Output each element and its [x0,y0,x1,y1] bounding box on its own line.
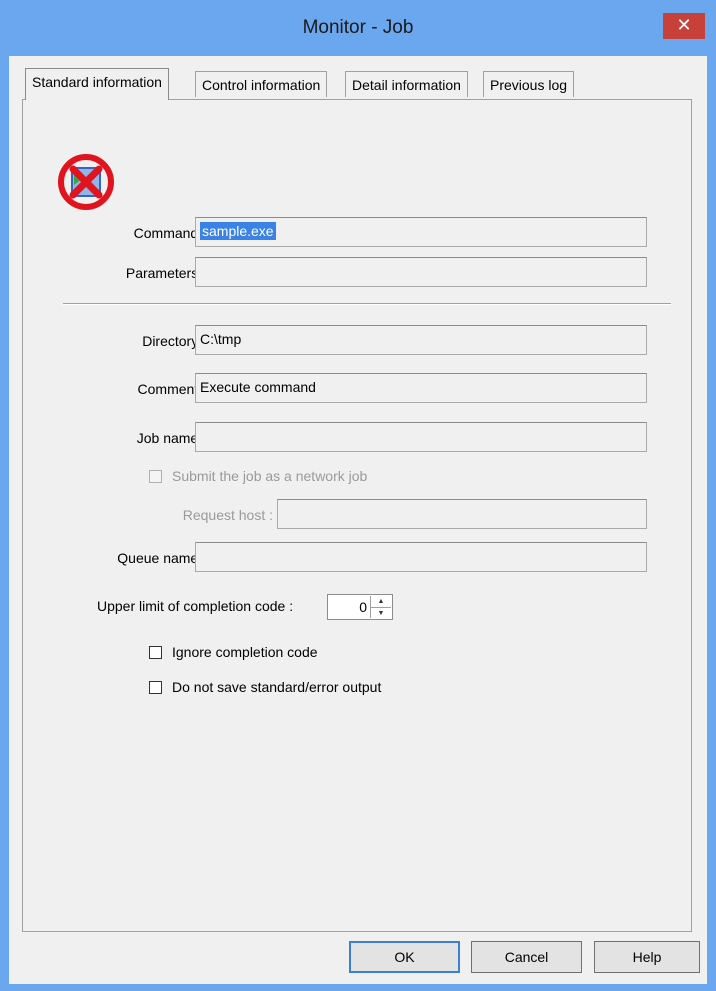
upper-limit-label: Upper limit of completion code : [97,598,294,614]
close-button[interactable]: ✕ [663,13,705,39]
network-job-checkbox[interactable] [149,470,162,483]
ignore-completion-code-checkbox[interactable] [149,646,162,659]
help-button[interactable]: Help [594,941,700,973]
parameters-label: Parameters : [125,265,206,281]
directory-field[interactable]: C:\tmp [195,325,647,355]
tab-previous-log[interactable]: Previous log [483,71,575,97]
queue-name-label: Queue name : [117,550,206,566]
window-title: Monitor - Job [302,17,414,38]
tab-label: Standard information [32,74,162,90]
request-host-label: Request host : [182,507,273,523]
spin-down-icon[interactable]: ▼ [371,608,391,619]
request-host-field[interactable] [277,499,647,529]
separator [63,303,671,305]
ok-button[interactable]: OK [349,941,460,973]
tab-label: Detail information [352,77,461,93]
comment-field[interactable]: Execute command [195,373,647,403]
queue-name-field[interactable] [195,542,647,572]
tab-detail-information[interactable]: Detail information [345,71,468,97]
error-x-icon [58,154,114,210]
spinner-buttons: ▲ ▼ [370,596,391,618]
command-value: sample.exe [200,222,276,240]
no-save-output-label: Do not save standard/error output [172,679,382,695]
parameters-field[interactable] [195,257,647,287]
ignore-completion-code-label: Ignore completion code [172,644,318,660]
tab-label: Control information [202,77,321,93]
no-save-output-checkbox[interactable] [149,681,162,694]
job-name-field[interactable] [195,422,647,452]
cancel-button[interactable]: Cancel [471,941,582,973]
tab-control-information[interactable]: Control information [195,71,328,97]
tab-standard-information[interactable]: Standard information [25,68,169,100]
command-field[interactable]: sample.exe [195,217,647,247]
standard-information-panel: Command : sample.exe Parameters : Direct… [22,99,692,932]
upper-limit-stepper[interactable]: 0 ▲ ▼ [327,594,393,620]
title-bar[interactable]: Monitor - Job ✕ [0,0,716,56]
upper-limit-value: 0 [359,599,367,615]
spin-up-icon[interactable]: ▲ [371,596,391,608]
tab-label: Previous log [490,77,568,93]
monitor-job-window: Monitor - Job ✕ Standard information Con… [0,0,716,991]
close-icon: ✕ [676,15,692,35]
dialog-client: Standard information Control information… [9,56,707,984]
network-job-label: Submit the job as a network job [172,468,368,484]
